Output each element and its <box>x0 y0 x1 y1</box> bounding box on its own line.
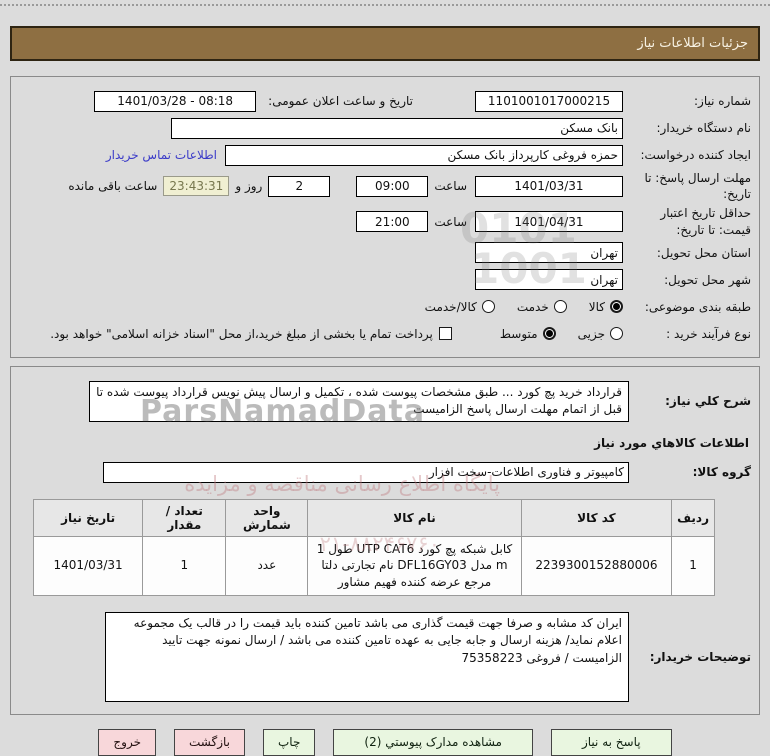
radio-option-goods[interactable]: کالا <box>589 300 623 314</box>
col-header-unit: واحد شمارش <box>225 498 309 537</box>
reply-deadline-label: مهلت ارسال پاسخ: تا تاریخ: <box>644 171 751 202</box>
top-dotted-divider <box>0 4 770 6</box>
announce-datetime-label: تاریخ و ساعت اعلان عمومی: <box>268 93 413 108</box>
back-button[interactable]: بازگشت <box>174 728 245 756</box>
buyer-notes-box: ایران کد مشابه و صرفا جهت قیمت گذاری می … <box>105 611 629 702</box>
col-header-item-code: کد کالا <box>520 498 673 537</box>
row-reply-deadline: مهلت ارسال پاسخ: تا تاریخ: ساعت روز و 23… <box>19 170 751 202</box>
subject-class-label: طبقه بندی موضوعی: <box>644 299 751 314</box>
radio-partial-icon[interactable] <box>610 327 623 341</box>
treasury-checkbox-label: پرداخت تمام یا بخشی از مبلغ خرید،از محل … <box>50 326 433 341</box>
row-buyer-notes: توضیحات خریدار: ایران کد مشابه و صرفا جه… <box>19 611 751 702</box>
col-header-row-number: ردیف <box>671 498 715 537</box>
radio-service-icon[interactable] <box>553 300 567 314</box>
purchase-type-label: نوع فرآیند خرید : <box>666 326 751 341</box>
buyer-org-field[interactable] <box>171 117 623 139</box>
announce-datetime-field[interactable] <box>94 90 257 112</box>
page: جزئیات اطلاعات نیاز شماره نیاز: تاریخ و … <box>0 4 770 756</box>
city-field[interactable] <box>475 269 623 291</box>
row-price-validity: حداقل تاریخ اعتبار قیمت: تا تاریخ: ساعت <box>19 205 751 237</box>
goods-panel: شرح کلي نیاز: قرارداد خرید پچ کورد ... ط… <box>10 365 760 715</box>
print-button[interactable]: چاپ <box>263 728 316 756</box>
row-need-description: شرح کلي نیاز: قرارداد خرید پچ کورد ... ط… <box>19 380 751 422</box>
radio-goods-service-label: کالا/خدمت <box>424 299 477 314</box>
radio-option-service[interactable]: خدمت <box>517 300 567 314</box>
price-validity-time-field[interactable] <box>356 211 429 233</box>
page-title: جزئیات اطلاعات نیاز <box>10 26 760 61</box>
cell-item-name: کابل شبکه پچ کورد UTP CAT6 طول 1 m مدل D… <box>307 535 522 596</box>
view-attached-docs-button[interactable]: مشاهده مدارک پیوستي (2) <box>333 728 533 756</box>
row-buyer-org: نام دستگاه خریدار: <box>19 116 751 140</box>
goods-table: ردیف کد کالا نام کالا واحد شمارش تعداد /… <box>32 498 715 596</box>
need-description-box: قرارداد خرید پچ کورد ... طبق مشخصات پیوس… <box>89 380 629 422</box>
page-title-text: جزئیات اطلاعات نیاز <box>637 36 748 51</box>
cell-row-number: 1 <box>671 535 715 596</box>
row-goods-group: گروه کالا: <box>19 461 751 483</box>
goods-info-header: اطلاعات کالاهاي مورد نیاز <box>594 435 749 450</box>
radio-option-partial[interactable]: جزیی <box>578 327 623 341</box>
countdown-timer: 23:43:31 <box>163 176 230 197</box>
radio-option-medium[interactable]: متوسط <box>500 327 556 341</box>
price-validity-label: حداقل تاریخ اعتبار قیمت: تا تاریخ: <box>660 206 751 237</box>
need-description-label: شرح کلي نیاز: <box>665 394 751 409</box>
goods-group-field[interactable] <box>103 461 629 483</box>
price-validity-date-field[interactable] <box>475 211 623 233</box>
cell-unit: عدد <box>225 535 309 596</box>
reply-hour-label: ساعت <box>434 179 467 194</box>
city-label: شهر محل تحویل: <box>664 272 751 287</box>
radio-goods-icon[interactable] <box>610 300 623 314</box>
cell-need-date: 1401/03/31 <box>32 535 144 596</box>
need-number-label: شماره نیاز: <box>694 93 751 108</box>
col-header-quantity: تعداد / مقدار <box>142 498 227 537</box>
exit-button[interactable]: خروج <box>98 728 156 756</box>
row-purchase-type: نوع فرآیند خرید : جزیی متوسط پرداخت تمام… <box>19 322 751 346</box>
buyer-org-label: نام دستگاه خریدار: <box>656 120 752 135</box>
reply-deadline-time-field[interactable] <box>356 175 429 197</box>
reply-deadline-date-field[interactable] <box>475 175 623 197</box>
price-validity-hour-label: ساعت <box>434 214 467 229</box>
radio-goods-service-icon[interactable] <box>481 300 495 314</box>
request-creator-label: ایجاد کننده درخواست: <box>640 147 751 162</box>
request-creator-field[interactable] <box>225 144 623 166</box>
radio-service-label: خدمت <box>516 299 549 314</box>
treasury-checkbox[interactable] <box>438 327 452 341</box>
days-and-label: روز و <box>235 179 263 194</box>
goods-table-header-row: ردیف کد کالا نام کالا واحد شمارش تعداد /… <box>32 498 715 537</box>
row-city: شهر محل تحویل: <box>19 268 751 292</box>
province-field[interactable] <box>475 242 623 264</box>
days-remaining-field[interactable] <box>268 175 331 197</box>
table-row: 1 2239300152880006 کابل شبکه پچ کورد UTP… <box>32 535 715 596</box>
cell-quantity: 1 <box>142 535 227 596</box>
row-subject-class: طبقه بندی موضوعی: کالا خدمت کالا/خدمت <box>19 295 751 319</box>
need-number-field[interactable] <box>475 90 623 112</box>
buyer-notes-label: توضیحات خریدار: <box>649 649 751 664</box>
row-need-number: شماره نیاز: تاریخ و ساعت اعلان عمومی: <box>19 89 751 113</box>
treasury-option[interactable]: پرداخت تمام یا بخشی از مبلغ خرید،از محل … <box>50 327 452 341</box>
row-request-creator: ایجاد کننده درخواست: اطلاعات تماس خریدار <box>19 143 751 167</box>
goods-group-label: گروه کالا: <box>692 464 751 479</box>
hours-remaining-label: ساعت باقی مانده <box>68 179 158 194</box>
radio-partial-label: جزیی <box>577 326 605 341</box>
radio-goods-label: کالا <box>588 299 605 314</box>
radio-medium-label: متوسط <box>499 326 538 341</box>
reply-to-need-button[interactable]: پاسخ به نیاز <box>550 728 672 756</box>
province-label: استان محل تحویل: <box>656 245 751 260</box>
col-header-item-name: نام کالا <box>307 498 522 537</box>
radio-option-goods-service[interactable]: کالا/خدمت <box>425 300 495 314</box>
need-info-panel: شماره نیاز: تاریخ و ساعت اعلان عمومی: نا… <box>10 76 760 358</box>
col-header-need-date: تاریخ نیاز <box>32 498 144 537</box>
buyer-contact-link[interactable]: اطلاعات تماس خریدار <box>106 148 217 162</box>
action-buttons: پاسخ به نیاز مشاهده مدارک پیوستي (2) چاپ… <box>0 728 770 756</box>
cell-item-code: 2239300152880006 <box>520 535 673 596</box>
row-province: استان محل تحویل: <box>19 241 751 265</box>
radio-medium-icon[interactable] <box>542 327 556 341</box>
